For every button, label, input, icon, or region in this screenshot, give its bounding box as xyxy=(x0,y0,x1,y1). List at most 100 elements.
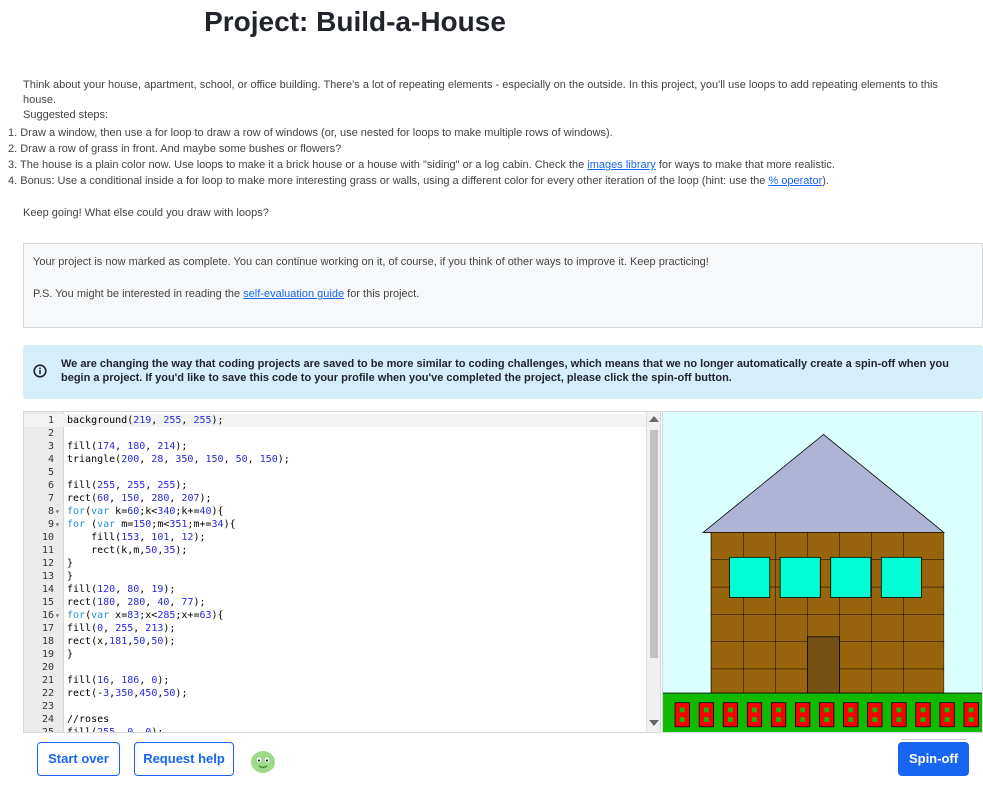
code-text[interactable]: rect(60, 150, 280, 207); xyxy=(67,492,212,505)
rose xyxy=(674,702,690,728)
code-text[interactable]: for(var k=60;k<340;k+=40){ xyxy=(67,505,224,518)
code-text[interactable]: } xyxy=(67,648,73,661)
code-text[interactable]: } xyxy=(67,557,73,570)
rose-center xyxy=(920,707,926,713)
code-text[interactable]: triangle(200, 28, 350, 150, 50, 150); xyxy=(67,453,290,466)
rose xyxy=(939,702,955,728)
code-line: 7 rect(60, 150, 280, 207); xyxy=(24,492,646,505)
code-line: 19} xyxy=(24,648,646,661)
window xyxy=(830,556,872,598)
line-number: 19 xyxy=(41,649,54,660)
request-help-button[interactable]: Request help xyxy=(134,742,234,776)
line-number: 24 xyxy=(41,714,54,725)
rose-center xyxy=(944,717,950,722)
line-number: 25 xyxy=(41,727,54,733)
scrollbar-thumb[interactable] xyxy=(650,430,658,658)
code-text[interactable]: fill(174, 180, 214); xyxy=(67,440,187,453)
rose-center xyxy=(800,717,806,722)
brick xyxy=(903,532,945,561)
fold-arrow-icon[interactable]: ▾ xyxy=(55,518,63,531)
line-number: 11 xyxy=(41,545,54,556)
code-line: 14 fill(120, 80, 19); xyxy=(24,583,646,596)
scroll-down-icon[interactable] xyxy=(649,720,659,726)
code-text[interactable]: rect(-3,350,450,50); xyxy=(67,687,187,700)
code-line: 3 fill(174, 180, 214); xyxy=(24,440,646,453)
rose-center xyxy=(776,717,781,722)
spin-off-button[interactable]: Spin-off xyxy=(898,742,969,776)
rose-center xyxy=(824,717,830,722)
code-text[interactable]: fill(255, 255, 255); xyxy=(67,479,187,492)
start-over-button[interactable]: Start over xyxy=(37,742,120,776)
code-line: 6 fill(255, 255, 255); xyxy=(24,479,646,492)
rose-center xyxy=(752,707,757,713)
code-text[interactable]: for(var x=83;x<285;x+=63){ xyxy=(67,609,224,622)
code-line: 12} xyxy=(24,557,646,570)
rose-center xyxy=(703,717,709,722)
rose-center xyxy=(752,717,757,722)
house-drawing xyxy=(663,412,982,732)
rose-center xyxy=(896,707,902,713)
line-number: 23 xyxy=(41,701,54,712)
fold-arrow-icon[interactable]: ▾ xyxy=(55,505,63,518)
line-number: 14 xyxy=(41,584,54,595)
code-line: 25 fill(255, 0, 0); xyxy=(24,726,646,733)
rose xyxy=(843,702,859,728)
code-text[interactable]: fill(255, 0, 0); xyxy=(67,726,163,732)
rose-center xyxy=(848,707,854,713)
editor-scrollbar[interactable] xyxy=(646,412,660,732)
ps-line: P.S. You might be interested in reading … xyxy=(33,287,973,302)
line-number: 9 xyxy=(47,519,54,530)
step-item: 2. Draw a row of grass in front. And may… xyxy=(8,143,342,155)
code-text[interactable]: } xyxy=(67,570,73,583)
images-library-link[interactable]: images library xyxy=(587,159,655,171)
fold-arrow-icon[interactable]: ▾ xyxy=(55,609,63,622)
code-line: 21 fill(16, 186, 0); xyxy=(24,674,646,687)
scroll-up-icon[interactable] xyxy=(649,416,659,422)
code-line: 9 ▾ for (var m=150;m<351;m+=34){ xyxy=(24,518,646,531)
code-text[interactable]: rect(k,m,50,35); xyxy=(67,544,187,557)
step-item: 4. Bonus: Use a conditional inside a for… xyxy=(8,173,968,189)
completion-message: Your project is now marked as complete. … xyxy=(33,256,709,268)
rose xyxy=(795,702,811,728)
code-line: 4 triangle(200, 28, 350, 150, 50, 150); xyxy=(24,453,646,466)
line-number: 4 xyxy=(47,454,54,465)
code-text[interactable]: rect(180, 280, 40, 77); xyxy=(67,596,206,609)
info-icon xyxy=(33,364,47,378)
step-text: 4. Bonus: Use a conditional inside a for… xyxy=(8,175,769,187)
rose-center xyxy=(824,707,830,713)
rose-center xyxy=(848,717,854,722)
code-line: 20 xyxy=(24,661,646,674)
code-line: 11 rect(k,m,50,35); xyxy=(24,544,646,557)
self-evaluation-guide-link[interactable]: self-evaluation guide xyxy=(243,288,344,300)
code-text[interactable]: fill(16, 186, 0); xyxy=(67,674,169,687)
code-line: 24 //roses xyxy=(24,713,646,726)
divider xyxy=(901,739,967,740)
code-text[interactable]: for (var m=150;m<351;m+=34){ xyxy=(67,518,236,531)
code-text[interactable]: fill(0, 255, 213); xyxy=(67,622,175,635)
line-number: 1 xyxy=(47,415,54,426)
rose xyxy=(963,702,979,728)
rose xyxy=(891,702,907,728)
code-line: 23 xyxy=(24,700,646,713)
line-number: 13 xyxy=(41,571,54,582)
code-text[interactable]: rect(x,181,50,50); xyxy=(67,635,175,648)
completion-box: Your project is now marked as complete. … xyxy=(23,243,983,328)
rose xyxy=(770,702,787,728)
rose-center xyxy=(776,707,781,713)
step-item: 1. Draw a window, then use a for loop to… xyxy=(8,127,613,139)
window xyxy=(729,556,771,598)
code-text[interactable]: background(219, 255, 255); xyxy=(67,414,224,427)
line-number: 8 xyxy=(47,506,54,517)
suggested-steps-label: Suggested steps: xyxy=(23,109,109,121)
line-number: 20 xyxy=(41,662,54,673)
modulo-operator-link[interactable]: % operator xyxy=(768,175,822,187)
page-title: Project: Build-a-House xyxy=(204,6,506,37)
code-editor[interactable]: 1 background(219, 255, 255); 2 3 fill(174, 1… xyxy=(23,411,661,733)
output-canvas[interactable] xyxy=(662,411,983,733)
code-text[interactable]: fill(120, 80, 19); xyxy=(67,583,175,596)
spin-off-notice: We are changing the way that coding proj… xyxy=(23,345,983,399)
code-line: 13} xyxy=(24,570,646,583)
code-text[interactable]: //roses xyxy=(67,713,109,726)
line-number: 22 xyxy=(41,688,54,699)
code-text[interactable]: fill(153, 101, 12); xyxy=(67,531,205,544)
